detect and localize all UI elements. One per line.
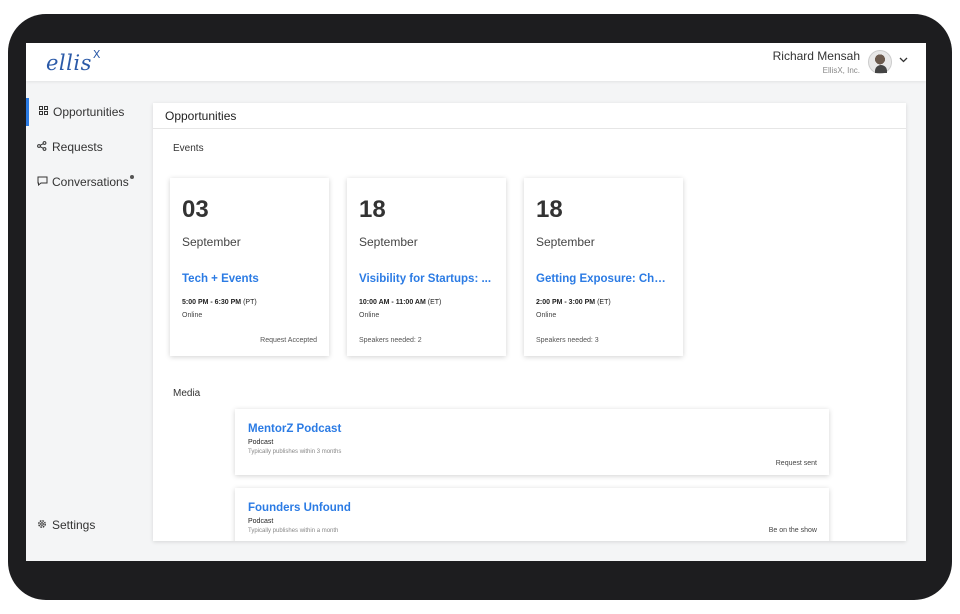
user-name: Richard Mensah: [772, 49, 860, 63]
media-title-link[interactable]: MentorZ Podcast: [248, 423, 816, 435]
share-icon: [36, 140, 48, 154]
sidebar-item-label: Conversations: [52, 175, 129, 189]
chat-icon: [36, 176, 48, 189]
event-speakers-needed: Speakers needed: 2: [359, 337, 422, 344]
event-day: 18: [359, 196, 386, 223]
event-time-range: 10:00 AM - 11:00 AM: [359, 299, 426, 306]
logo-text: ellis: [46, 51, 92, 75]
event-card[interactable]: 03 September Tech + Events 5:00 PM - 6:3…: [170, 178, 329, 356]
event-time: 10:00 AM - 11:00 AM (ET): [359, 299, 494, 306]
media-type: Podcast: [248, 439, 274, 446]
opportunities-panel: Opportunities Events 03 September Tech +…: [153, 103, 906, 541]
event-status: Request Accepted: [260, 337, 317, 344]
event-month: September: [359, 235, 418, 249]
event-location: Online: [182, 312, 203, 319]
media-status: Be on the show: [768, 527, 817, 534]
unread-dot: [129, 175, 134, 179]
event-location: Online: [536, 312, 557, 319]
top-bar: ellisX Richard Mensah EllisX, Inc.: [26, 43, 926, 81]
grid-icon: [37, 106, 49, 118]
event-month: September: [182, 235, 241, 249]
event-day: 18: [536, 196, 563, 223]
sidebar-item-label: Opportunities: [53, 105, 125, 119]
sidebar: Opportunities Requests Conversations Set…: [26, 81, 150, 561]
event-month: September: [536, 235, 595, 249]
avatar[interactable]: [868, 50, 892, 74]
sidebar-item-settings[interactable]: Settings: [26, 511, 150, 539]
event-card[interactable]: 18 September Visibility for Startups: ..…: [347, 178, 506, 356]
event-timezone: (ET): [427, 299, 442, 306]
media-card[interactable]: MentorZ Podcast Podcast Typically publis…: [235, 409, 829, 475]
sidebar-item-label: Requests: [52, 140, 103, 154]
media-card[interactable]: Founders Unfound Podcast Typically publi…: [235, 488, 829, 541]
media-title-link[interactable]: Founders Unfound: [248, 502, 816, 514]
event-time-range: 2:00 PM - 3:00 PM: [536, 299, 596, 306]
gear-icon: [36, 519, 48, 532]
event-time: 5:00 PM - 6:30 PM (PT): [182, 299, 317, 306]
sidebar-item-opportunities[interactable]: Opportunities: [26, 98, 150, 126]
media-status: Request sent: [775, 460, 817, 467]
media-section-label: Media: [173, 388, 201, 399]
event-title-link[interactable]: Getting Exposure: Chall...: [536, 273, 671, 285]
sidebar-item-conversations[interactable]: Conversations: [26, 168, 150, 196]
media-publish-note: Typically publishes within a month: [248, 528, 339, 534]
chevron-down-icon[interactable]: [899, 55, 908, 66]
event-timezone: (ET): [597, 299, 611, 306]
user-info[interactable]: Richard Mensah EllisX, Inc.: [773, 49, 860, 75]
ellisx-logo[interactable]: ellisX: [46, 48, 101, 75]
event-card[interactable]: 18 September Getting Exposure: Chall... …: [524, 178, 683, 356]
event-title-link[interactable]: Tech + Events: [182, 273, 317, 285]
sidebar-item-requests[interactable]: Requests: [26, 133, 150, 161]
event-time: 2:00 PM - 3:00 PM (ET): [536, 299, 671, 306]
app-screen: ellisX Richard Mensah EllisX, Inc. Oppor…: [26, 43, 926, 561]
page-title: Opportunities: [153, 103, 906, 129]
event-speakers-needed: Speakers needed: 3: [536, 337, 599, 344]
event-time-range: 5:00 PM - 6:30 PM: [182, 299, 242, 306]
event-timezone: (PT): [243, 299, 257, 306]
events-section-label: Events: [173, 143, 204, 154]
logo-superscript: X: [92, 48, 101, 61]
media-publish-note: Typically publishes within 3 months: [248, 449, 342, 455]
sidebar-item-label: Settings: [52, 518, 96, 532]
event-day: 03: [182, 196, 209, 223]
media-type: Podcast: [248, 518, 274, 525]
event-title-link[interactable]: Visibility for Startups: ...: [359, 273, 494, 285]
user-org: EllisX, Inc.: [822, 66, 860, 75]
event-location: Online: [359, 312, 380, 319]
